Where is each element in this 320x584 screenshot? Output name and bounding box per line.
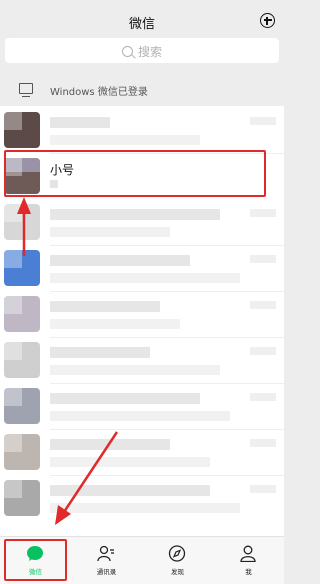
chat-item[interactable]: [0, 382, 284, 430]
blurred-time: [250, 439, 276, 447]
highlight-box-chat: [4, 150, 266, 197]
search-bar[interactable]: 搜索: [5, 38, 279, 63]
blurred-message: [50, 503, 240, 513]
avatar: [4, 204, 40, 240]
blurred-time: [250, 347, 276, 355]
chat-item[interactable]: [0, 290, 284, 338]
blurred-name: [50, 301, 160, 312]
nav-bar: 微信: [0, 0, 284, 40]
contacts-icon: [97, 545, 114, 562]
page-title: 微信: [128, 17, 155, 32]
tab-me[interactable]: 我: [213, 537, 284, 584]
blurred-message: [50, 135, 200, 145]
blurred-message: [50, 273, 240, 283]
blurred-name: [50, 347, 150, 358]
blurred-message: [50, 457, 210, 467]
avatar: [4, 250, 40, 286]
blurred-time: [250, 301, 276, 309]
chat-item[interactable]: [0, 428, 284, 476]
tab-discover[interactable]: 发现: [142, 537, 213, 584]
pc-login-text: Windows 微信已登录: [50, 87, 148, 98]
avatar: [4, 296, 40, 332]
blurred-message: [50, 365, 220, 375]
avatar: [4, 388, 40, 424]
blurred-time: [250, 393, 276, 401]
chat-item[interactable]: [0, 106, 284, 154]
blurred-message: [50, 227, 170, 237]
blurred-name: [50, 393, 200, 404]
add-plus-icon[interactable]: [260, 13, 275, 28]
compass-icon: [168, 545, 186, 562]
blurred-name: [50, 209, 220, 220]
blurred-message: [50, 319, 180, 329]
search-placeholder-wrap: 搜索: [5, 43, 279, 60]
chat-item[interactable]: [0, 474, 284, 522]
tab-label: 发现: [171, 568, 184, 576]
search-placeholder: 搜索: [137, 45, 162, 59]
avatar: [4, 434, 40, 470]
tab-contacts[interactable]: 通讯录: [71, 537, 142, 584]
avatar: [4, 480, 40, 516]
avatar: [4, 342, 40, 378]
chat-item[interactable]: [0, 198, 284, 246]
tab-label: 我: [245, 568, 252, 576]
blurred-message: [50, 411, 230, 421]
chat-item[interactable]: [0, 336, 284, 384]
blurred-name: [50, 485, 210, 496]
blurred-time: [250, 117, 276, 125]
blurred-time: [250, 209, 276, 217]
avatar: [4, 112, 40, 148]
person-icon: [240, 545, 256, 562]
blurred-name: [50, 255, 190, 266]
blurred-time: [250, 485, 276, 493]
blurred-name: [50, 439, 170, 450]
search-icon: [121, 46, 133, 57]
chat-item[interactable]: [0, 244, 284, 292]
tab-label: 通讯录: [96, 568, 117, 576]
blurred-time: [250, 255, 276, 263]
blurred-name: [50, 117, 110, 128]
pc-login-banner[interactable]: Windows 微信已登录: [0, 74, 284, 106]
highlight-box-tab: [4, 539, 67, 581]
computer-icon: [19, 83, 33, 97]
